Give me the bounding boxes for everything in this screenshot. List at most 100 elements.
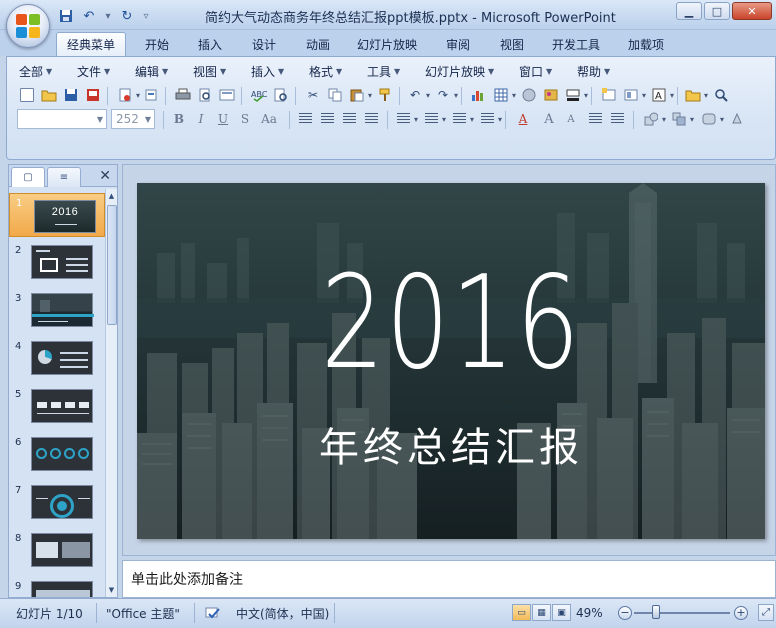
- save-icon[interactable]: [56, 7, 76, 25]
- tab-home[interactable]: 开始: [132, 32, 182, 56]
- menu-all[interactable]: 全部 ▼: [19, 61, 52, 81]
- spelling-icon[interactable]: ABC: [249, 85, 269, 105]
- zoom-out-icon[interactable]: −: [618, 606, 632, 620]
- font-color-button[interactable]: A: [513, 109, 533, 129]
- current-slide[interactable]: 2016 年终总结汇报: [137, 183, 765, 539]
- text-shadow-button[interactable]: S: [235, 109, 255, 129]
- align-left-icon[interactable]: [295, 109, 315, 129]
- change-case-button[interactable]: Aa: [255, 109, 283, 129]
- office-button[interactable]: [6, 4, 50, 48]
- tab-developer[interactable]: 开发工具: [542, 32, 610, 56]
- paste-icon[interactable]: [347, 85, 372, 105]
- text-direction-icon[interactable]: [421, 109, 446, 129]
- tab-slides[interactable]: ▢: [11, 167, 45, 187]
- decrease-indent-icon[interactable]: [585, 109, 605, 129]
- tab-slideshow[interactable]: 幻灯片放映: [348, 32, 426, 56]
- copy-icon[interactable]: [325, 85, 345, 105]
- new-icon[interactable]: [17, 85, 37, 105]
- slide-layout-icon[interactable]: [217, 85, 237, 105]
- tab-insert[interactable]: 插入: [186, 32, 234, 56]
- notes-pane[interactable]: 单击此处添加备注: [122, 560, 776, 598]
- slide-thumb-4[interactable]: 4: [9, 337, 105, 381]
- maximize-icon[interactable]: □: [704, 2, 730, 20]
- new-slide-icon[interactable]: [599, 85, 619, 105]
- menu-edit[interactable]: 编辑 ▼: [135, 61, 168, 81]
- scroll-down-icon[interactable]: ▼: [106, 583, 117, 597]
- redo-icon[interactable]: ↷: [433, 85, 458, 105]
- italic-button[interactable]: I: [191, 109, 211, 129]
- slide-thumb-1[interactable]: 1 2016: [9, 193, 105, 237]
- fill-color-icon[interactable]: [563, 85, 588, 105]
- columns-icon[interactable]: [393, 109, 418, 129]
- slide-thumb-8[interactable]: 8: [9, 529, 105, 573]
- print-icon[interactable]: [173, 85, 193, 105]
- attachment-icon[interactable]: [141, 85, 161, 105]
- menu-window[interactable]: 窗口 ▼: [519, 61, 552, 81]
- menu-slideshow[interactable]: 幻灯片放映 ▼: [425, 61, 494, 81]
- minimize-icon[interactable]: ▁: [676, 2, 702, 20]
- close-icon[interactable]: ✕: [732, 2, 772, 20]
- slide-thumb-5[interactable]: 5: [9, 385, 105, 429]
- shapes-icon[interactable]: [641, 109, 666, 129]
- grow-font-button[interactable]: A: [539, 109, 559, 129]
- font-size-combo[interactable]: 252 ▼: [111, 109, 155, 129]
- underline-button[interactable]: U: [213, 109, 233, 129]
- align-right-icon[interactable]: [339, 109, 359, 129]
- zoom-in-icon[interactable]: +: [734, 606, 748, 620]
- menu-file[interactable]: 文件 ▼: [77, 61, 110, 81]
- save-icon[interactable]: [61, 85, 81, 105]
- customize-qat-icon[interactable]: ▿: [140, 11, 152, 22]
- scrollbar-thumb[interactable]: [107, 205, 117, 325]
- zoom-slider-thumb[interactable]: [652, 605, 660, 619]
- folder-icon[interactable]: [683, 85, 708, 105]
- insert-chart-icon[interactable]: [469, 85, 489, 105]
- menu-view[interactable]: 视图 ▼: [193, 61, 226, 81]
- insert-picture-icon[interactable]: [541, 85, 561, 105]
- numbering-icon[interactable]: [449, 109, 474, 129]
- fit-to-window-icon[interactable]: ⤢: [758, 604, 774, 621]
- bullets-icon[interactable]: [477, 109, 502, 129]
- slide-thumb-7[interactable]: 7: [9, 481, 105, 525]
- scroll-up-icon[interactable]: ▲: [106, 189, 117, 203]
- arrange-icon[interactable]: [669, 109, 694, 129]
- undo-icon[interactable]: ↶: [79, 7, 99, 25]
- slide-thumb-3[interactable]: 3: [9, 289, 105, 333]
- zoom-level[interactable]: 49%: [576, 599, 603, 627]
- spell-check-icon[interactable]: [204, 599, 222, 627]
- quick-styles-icon[interactable]: [699, 109, 724, 129]
- undo-icon[interactable]: ↶: [405, 85, 430, 105]
- tab-review[interactable]: 审阅: [434, 32, 482, 56]
- slide-sorter-icon[interactable]: ▦: [532, 604, 551, 621]
- language-indicator[interactable]: 中文(简体，中国): [236, 599, 329, 627]
- theme-name[interactable]: "Office 主题": [106, 599, 180, 627]
- permission-icon[interactable]: [115, 85, 140, 105]
- research-icon[interactable]: [271, 85, 291, 105]
- format-painter-icon[interactable]: [375, 85, 395, 105]
- increase-indent-icon[interactable]: [607, 109, 627, 129]
- slide-thumb-6[interactable]: 6: [9, 433, 105, 477]
- tab-design[interactable]: 设计: [240, 32, 288, 56]
- open-icon[interactable]: [39, 85, 59, 105]
- text-box-icon[interactable]: A: [649, 85, 674, 105]
- zoom-slider-track[interactable]: [634, 612, 730, 614]
- redo-icon[interactable]: ↻: [117, 7, 137, 25]
- shape-fill-icon[interactable]: [727, 109, 747, 129]
- tab-view[interactable]: 视图: [488, 32, 536, 56]
- undo-dropdown-icon[interactable]: ▾: [102, 11, 114, 22]
- clip-art-icon[interactable]: [519, 85, 539, 105]
- normal-view-icon[interactable]: ▭: [512, 604, 531, 621]
- close-panel-icon[interactable]: ✕: [99, 168, 111, 184]
- cut-icon[interactable]: ✂: [303, 85, 323, 105]
- slide-title[interactable]: 2016: [206, 249, 696, 399]
- menu-format[interactable]: 格式 ▼: [309, 61, 342, 81]
- print-preview-icon[interactable]: [195, 85, 215, 105]
- bold-button[interactable]: B: [169, 109, 189, 129]
- justify-icon[interactable]: [361, 109, 381, 129]
- slideshow-view-icon[interactable]: ▣: [552, 604, 571, 621]
- slide-thumb-9[interactable]: 9: [9, 577, 105, 597]
- menu-tools[interactable]: 工具 ▼: [367, 61, 400, 81]
- tab-classic-menu[interactable]: 经典菜单: [56, 32, 126, 56]
- tab-addins[interactable]: 加载项: [618, 32, 674, 56]
- shrink-font-button[interactable]: A: [561, 109, 581, 129]
- slide-thumb-2[interactable]: 2: [9, 241, 105, 285]
